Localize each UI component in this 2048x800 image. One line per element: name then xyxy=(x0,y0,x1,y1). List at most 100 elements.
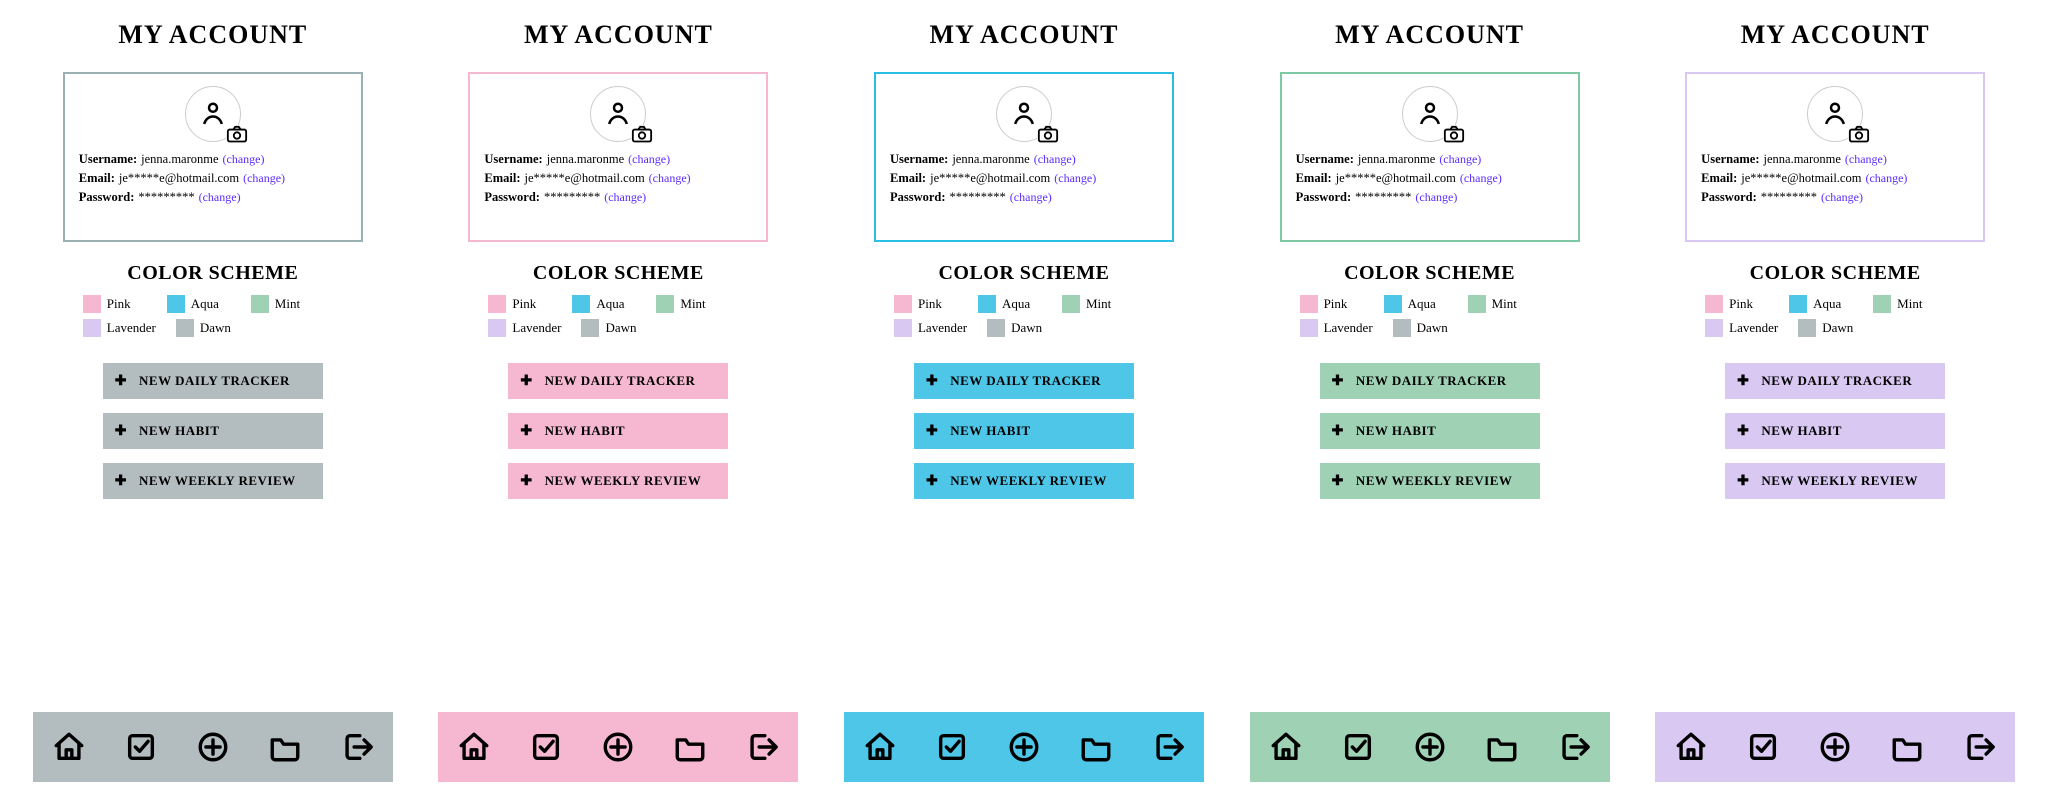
username-change-link[interactable]: (change) xyxy=(1439,152,1481,167)
camera-icon[interactable] xyxy=(1848,125,1870,143)
add-icon[interactable] xyxy=(1007,730,1041,764)
swatch-aqua[interactable]: Aqua xyxy=(572,295,636,313)
logout-icon[interactable] xyxy=(745,730,779,764)
avatar[interactable] xyxy=(1402,86,1458,142)
swatch-lavender[interactable]: Lavender xyxy=(1300,319,1373,337)
action-button-2[interactable]: ✚NEW WEEKLY REVIEW xyxy=(1725,463,1945,499)
swatch-box xyxy=(1468,295,1486,313)
password-change-link[interactable]: (change) xyxy=(604,190,646,205)
folder-icon[interactable] xyxy=(1485,730,1519,764)
swatch-aqua[interactable]: Aqua xyxy=(167,295,231,313)
swatch-aqua[interactable]: Aqua xyxy=(1384,295,1448,313)
swatch-pink[interactable]: Pink xyxy=(83,295,147,313)
swatch-dawn[interactable]: Dawn xyxy=(1393,319,1457,337)
action-button-1[interactable]: ✚NEW HABIT xyxy=(1725,413,1945,449)
home-icon[interactable] xyxy=(1269,730,1303,764)
swatch-mint[interactable]: Mint xyxy=(1468,295,1532,313)
task-icon[interactable] xyxy=(124,730,158,764)
swatch-pink[interactable]: Pink xyxy=(1300,295,1364,313)
action-button-2[interactable]: ✚NEW WEEKLY REVIEW xyxy=(103,463,323,499)
swatch-label: Aqua xyxy=(1813,296,1841,312)
add-icon[interactable] xyxy=(1818,730,1852,764)
email-change-link[interactable]: (change) xyxy=(1865,171,1907,186)
swatch-lavender[interactable]: Lavender xyxy=(488,319,561,337)
add-icon[interactable] xyxy=(601,730,635,764)
swatch-pink[interactable]: Pink xyxy=(1705,295,1769,313)
action-label: NEW DAILY TRACKER xyxy=(545,373,696,389)
camera-icon[interactable] xyxy=(1037,125,1059,143)
username-change-link[interactable]: (change) xyxy=(1034,152,1076,167)
email-change-link[interactable]: (change) xyxy=(1460,171,1502,186)
swatch-aqua[interactable]: Aqua xyxy=(1789,295,1853,313)
swatch-aqua[interactable]: Aqua xyxy=(978,295,1042,313)
folder-icon[interactable] xyxy=(673,730,707,764)
swatch-mint[interactable]: Mint xyxy=(656,295,720,313)
action-list: ✚NEW DAILY TRACKER✚NEW HABIT✚NEW WEEKLY … xyxy=(1320,363,1540,499)
home-icon[interactable] xyxy=(52,730,86,764)
action-button-2[interactable]: ✚NEW WEEKLY REVIEW xyxy=(914,463,1134,499)
action-button-2[interactable]: ✚NEW WEEKLY REVIEW xyxy=(508,463,728,499)
folder-icon[interactable] xyxy=(1890,730,1924,764)
home-icon[interactable] xyxy=(863,730,897,764)
home-icon[interactable] xyxy=(457,730,491,764)
action-button-1[interactable]: ✚NEW HABIT xyxy=(914,413,1134,449)
action-button-2[interactable]: ✚NEW WEEKLY REVIEW xyxy=(1320,463,1540,499)
action-button-0[interactable]: ✚NEW DAILY TRACKER xyxy=(1725,363,1945,399)
swatch-dawn[interactable]: Dawn xyxy=(581,319,645,337)
email-change-link[interactable]: (change) xyxy=(1054,171,1096,186)
swatch-lavender[interactable]: Lavender xyxy=(1705,319,1778,337)
add-icon[interactable] xyxy=(1413,730,1447,764)
folder-icon[interactable] xyxy=(1079,730,1113,764)
action-button-0[interactable]: ✚NEW DAILY TRACKER xyxy=(914,363,1134,399)
avatar[interactable] xyxy=(590,86,646,142)
task-icon[interactable] xyxy=(935,730,969,764)
action-button-1[interactable]: ✚NEW HABIT xyxy=(103,413,323,449)
password-change-link[interactable]: (change) xyxy=(199,190,241,205)
password-value: ********* xyxy=(1761,190,1817,205)
swatch-pink[interactable]: Pink xyxy=(894,295,958,313)
swatch-mint[interactable]: Mint xyxy=(1062,295,1126,313)
swatch-dawn[interactable]: Dawn xyxy=(987,319,1051,337)
action-button-1[interactable]: ✚NEW HABIT xyxy=(1320,413,1540,449)
swatch-dawn[interactable]: Dawn xyxy=(176,319,240,337)
home-icon[interactable] xyxy=(1674,730,1708,764)
action-label: NEW HABIT xyxy=(1356,423,1436,439)
logout-icon[interactable] xyxy=(1962,730,1996,764)
logout-icon[interactable] xyxy=(340,730,374,764)
swatch-lavender[interactable]: Lavender xyxy=(894,319,967,337)
swatch-lavender[interactable]: Lavender xyxy=(83,319,156,337)
avatar[interactable] xyxy=(996,86,1052,142)
swatch-mint[interactable]: Mint xyxy=(251,295,315,313)
password-change-link[interactable]: (change) xyxy=(1010,190,1052,205)
action-button-0[interactable]: ✚NEW DAILY TRACKER xyxy=(103,363,323,399)
action-button-1[interactable]: ✚NEW HABIT xyxy=(508,413,728,449)
page-title: MY ACCOUNT xyxy=(1741,20,1930,50)
task-icon[interactable] xyxy=(529,730,563,764)
task-icon[interactable] xyxy=(1341,730,1375,764)
action-button-0[interactable]: ✚NEW DAILY TRACKER xyxy=(508,363,728,399)
password-change-link[interactable]: (change) xyxy=(1821,190,1863,205)
task-icon[interactable] xyxy=(1746,730,1780,764)
username-change-link[interactable]: (change) xyxy=(628,152,670,167)
action-button-0[interactable]: ✚NEW DAILY TRACKER xyxy=(1320,363,1540,399)
camera-icon[interactable] xyxy=(1443,125,1465,143)
logout-icon[interactable] xyxy=(1557,730,1591,764)
add-icon[interactable] xyxy=(196,730,230,764)
camera-icon[interactable] xyxy=(631,125,653,143)
camera-icon[interactable] xyxy=(226,125,248,143)
username-change-link[interactable]: (change) xyxy=(223,152,265,167)
swatch-mint[interactable]: Mint xyxy=(1873,295,1937,313)
email-change-link[interactable]: (change) xyxy=(243,171,285,186)
folder-icon[interactable] xyxy=(268,730,302,764)
avatar[interactable] xyxy=(185,86,241,142)
plus-icon: ✚ xyxy=(1332,373,1344,390)
password-change-link[interactable]: (change) xyxy=(1415,190,1457,205)
avatar[interactable] xyxy=(1807,86,1863,142)
swatch-pink[interactable]: Pink xyxy=(488,295,552,313)
username-change-link[interactable]: (change) xyxy=(1845,152,1887,167)
password-row: Password:*********(change) xyxy=(79,190,347,205)
logout-icon[interactable] xyxy=(1151,730,1185,764)
swatch-dawn[interactable]: Dawn xyxy=(1798,319,1862,337)
email-value: je*****e@hotmail.com xyxy=(119,171,239,186)
email-change-link[interactable]: (change) xyxy=(649,171,691,186)
